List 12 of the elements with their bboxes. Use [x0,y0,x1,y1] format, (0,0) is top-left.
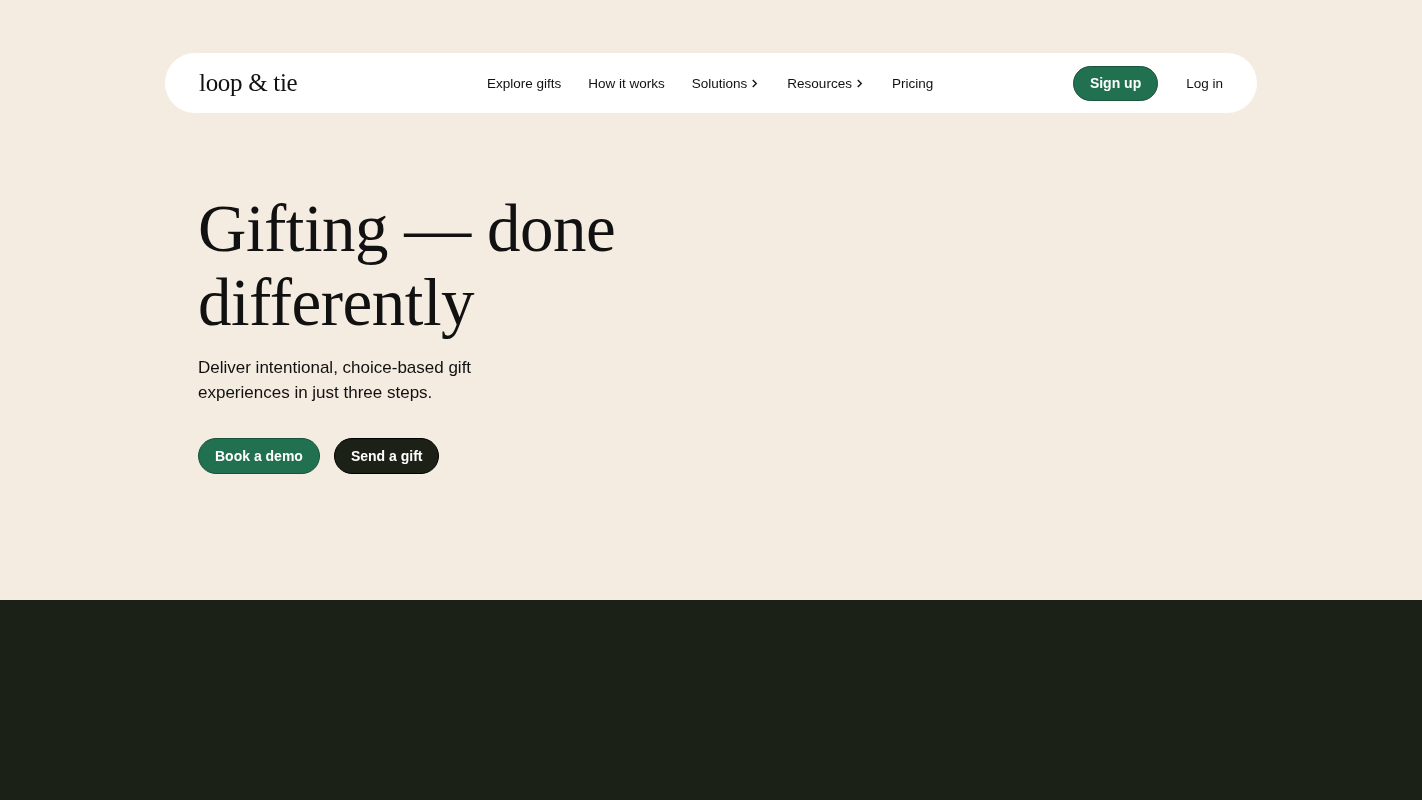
nav-link[interactable]: Resources [787,75,863,91]
login-link[interactable]: Log in [1186,75,1223,91]
nav-link[interactable]: Pricing [891,75,934,91]
logo[interactable]: loop & tie [199,69,487,97]
hero-heading: Gifting — done differently [198,191,617,339]
signup-button[interactable]: Sign up [1072,65,1159,101]
nav-link[interactable]: How it works [588,75,665,91]
hero-subtitle: Deliver intentional, choice-based gift experiences in just three steps. [198,357,473,404]
nav-link[interactable]: Solutions [691,75,759,91]
nav-link[interactable]: Explore gifts [487,75,562,91]
cta-button[interactable]: Book a demo [198,438,320,474]
cta-button[interactable]: Send a gift [333,438,440,474]
